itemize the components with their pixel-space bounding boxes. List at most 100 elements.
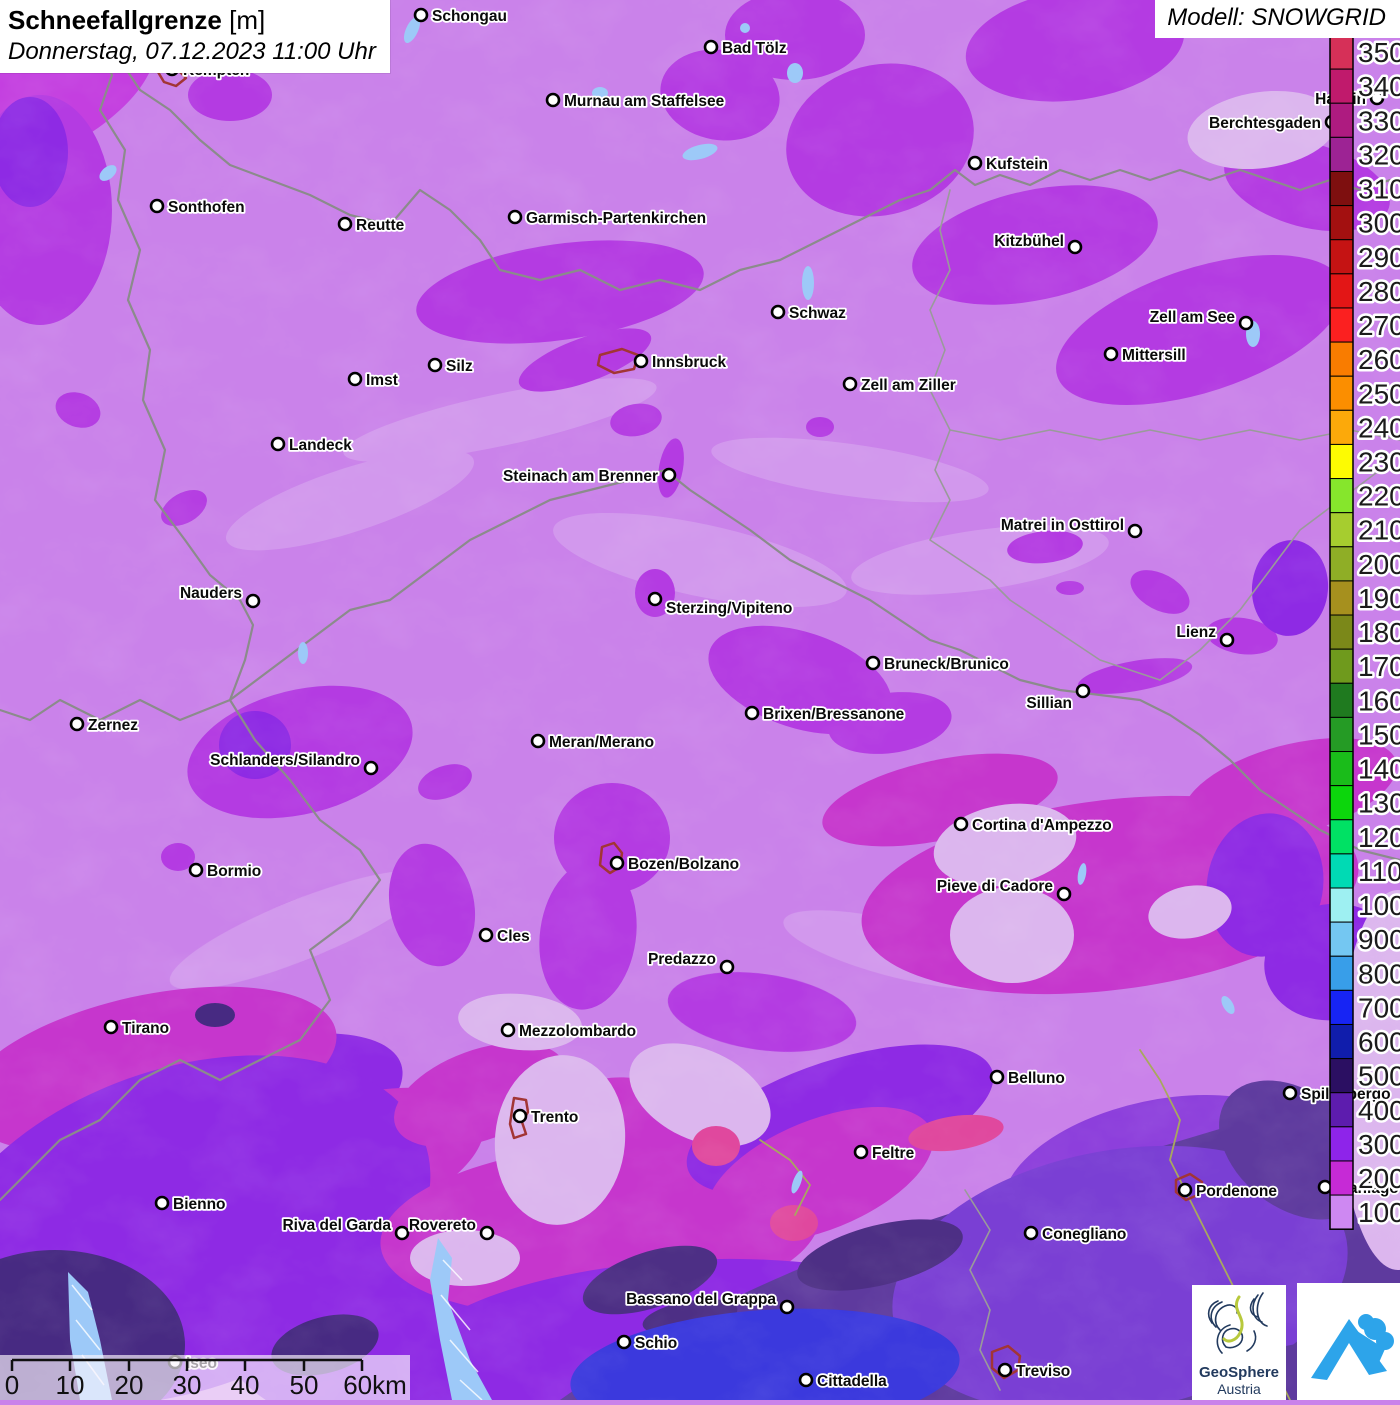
city-label: Rovereto: [409, 1217, 476, 1234]
legend-color-band: [1329, 887, 1354, 923]
city-dot: [337, 216, 353, 232]
city-dot: [953, 816, 969, 832]
city-label: Nauders: [180, 585, 242, 602]
scale-tick-label: 20: [115, 1370, 144, 1400]
scale-tick-label: 0: [5, 1370, 19, 1400]
legend-tick-label: 300: [1358, 1129, 1400, 1160]
legend-tick-label: 100: [1358, 1197, 1400, 1228]
legend-tick-label: 200: [1358, 1163, 1400, 1194]
legend-tick-label: 1200: [1358, 822, 1400, 853]
legend-color-band: [1329, 478, 1354, 514]
city-marker: Berchtesgaden: [1207, 113, 1340, 134]
city-label: Treviso: [1016, 1363, 1070, 1380]
city-marker: Bozen/Bolzano: [609, 854, 741, 875]
city-dot: [394, 1225, 410, 1241]
city-label: Trento: [531, 1109, 578, 1126]
city-label: Cittadella: [817, 1373, 887, 1390]
city-marker: Brixen/Bressanone: [744, 704, 906, 725]
city-label: Sterzing/Vipiteno: [666, 600, 792, 617]
legend-tick-label: 1700: [1358, 651, 1400, 682]
city-label: Zell am See: [1150, 309, 1236, 326]
city-label: Innsbruck: [652, 354, 726, 371]
city-dot: [1317, 1179, 1333, 1195]
legend-tick-label: 1100: [1358, 856, 1400, 887]
model-label: Modell: SNOWGRID: [1155, 0, 1400, 38]
city-label: Schongau: [432, 8, 507, 25]
legend-color-band: [1329, 989, 1354, 1025]
city-label: Reutte: [356, 217, 405, 234]
legend-tick-label: 1600: [1358, 685, 1400, 716]
city-dot: [609, 855, 625, 871]
legend-color-band: [1329, 239, 1354, 275]
city-marker: Meran/Merano: [530, 732, 656, 753]
legend-color-band: [1329, 648, 1354, 684]
legend-color-band: [1329, 443, 1354, 480]
city-label: Bozen/Bolzano: [628, 856, 739, 873]
city-dot: [479, 1225, 495, 1241]
city-label: Kufstein: [986, 156, 1048, 173]
legend-tick-label: 700: [1358, 992, 1400, 1023]
legend-color-band: [1329, 34, 1354, 70]
city-marker: Zell am Ziller: [842, 375, 958, 396]
legend-color-band: [1329, 1023, 1354, 1060]
legend-color-band: [1329, 341, 1354, 377]
city-dot: [967, 155, 983, 171]
geosphere-logo: GeoSphere Austria: [1199, 1292, 1279, 1397]
legend-color-band: [1329, 546, 1354, 582]
city-label: Cortina d'Ampezzo: [972, 817, 1112, 834]
city-label: Conegliano: [1042, 1226, 1126, 1243]
city-dot: [427, 357, 443, 373]
legend-colorbar: 3500340033003200 310030002900280027002600…: [1329, 34, 1400, 1231]
city-dot: [413, 7, 429, 23]
legend-tick-label: 600: [1358, 1027, 1400, 1058]
city-marker: Steinach am Brenner: [501, 466, 677, 487]
city-dot: [347, 371, 363, 387]
city-dot: [647, 591, 663, 607]
legend-tick-label: 2400: [1358, 412, 1400, 443]
legend-color-band: [1329, 1194, 1354, 1230]
legend-tick-label: 3300: [1358, 105, 1400, 136]
partner-logo-box: [1297, 1283, 1400, 1400]
lake-reschen: [298, 642, 308, 664]
city-label: Landeck: [289, 437, 352, 454]
city-marker: Cortina d'Ampezzo: [953, 815, 1114, 836]
city-dot: [149, 198, 165, 214]
legend-color-band: [1329, 751, 1354, 787]
geosphere-logo-box: GeoSphere Austria: [1192, 1285, 1286, 1400]
legend-tick-label: 3100: [1358, 174, 1400, 205]
legend-tick-label: 3200: [1358, 139, 1400, 170]
city-label: Murnau am Staffelsee: [564, 93, 725, 110]
city-label: Bormio: [207, 863, 261, 880]
city-dot: [1056, 886, 1072, 902]
city-label: Schio: [635, 1335, 677, 1352]
geosphere-logo-text: GeoSphere: [1199, 1364, 1279, 1381]
legend-color-band: [1329, 307, 1354, 343]
legend-color-band: [1329, 614, 1354, 650]
map-title: Schneefallgrenze [m]: [8, 5, 376, 36]
legend-color-band: [1329, 1126, 1354, 1162]
scale-bar: 0 10 20 30 40 50 60km: [0, 1355, 410, 1400]
city-dot: [1075, 683, 1091, 699]
legend-tick-label: 2500: [1358, 378, 1400, 409]
city-marker: Bruneck/Brunico: [865, 654, 1011, 675]
city-label: Sonthofen: [168, 199, 245, 216]
city-dot: [507, 209, 523, 225]
city-label: Lienz: [1176, 624, 1216, 641]
city-label: Kitzbühel: [994, 233, 1064, 250]
city-label: Meran/Merano: [549, 734, 654, 751]
city-label: Sillian: [1026, 695, 1072, 712]
city-label: Feltre: [872, 1145, 915, 1162]
scale-tick-label: 30: [173, 1370, 202, 1400]
scale-end-label: 60km: [343, 1370, 407, 1400]
legend-tick-label: 3400: [1358, 71, 1400, 102]
city-dot: [1023, 1225, 1039, 1241]
city-label: Pordenone: [1196, 1183, 1277, 1200]
city-dot: [661, 467, 677, 483]
legend-color-band: [1329, 819, 1354, 855]
legend-color-band: [1329, 1092, 1354, 1128]
city-dot: [703, 39, 719, 55]
city-dot: [1067, 239, 1083, 255]
city-label: Steinach am Brenner: [503, 468, 658, 485]
legend-tick-label: 1500: [1358, 719, 1400, 750]
title-box: Schneefallgrenze [m] Donnerstag, 07.12.2…: [0, 0, 390, 73]
